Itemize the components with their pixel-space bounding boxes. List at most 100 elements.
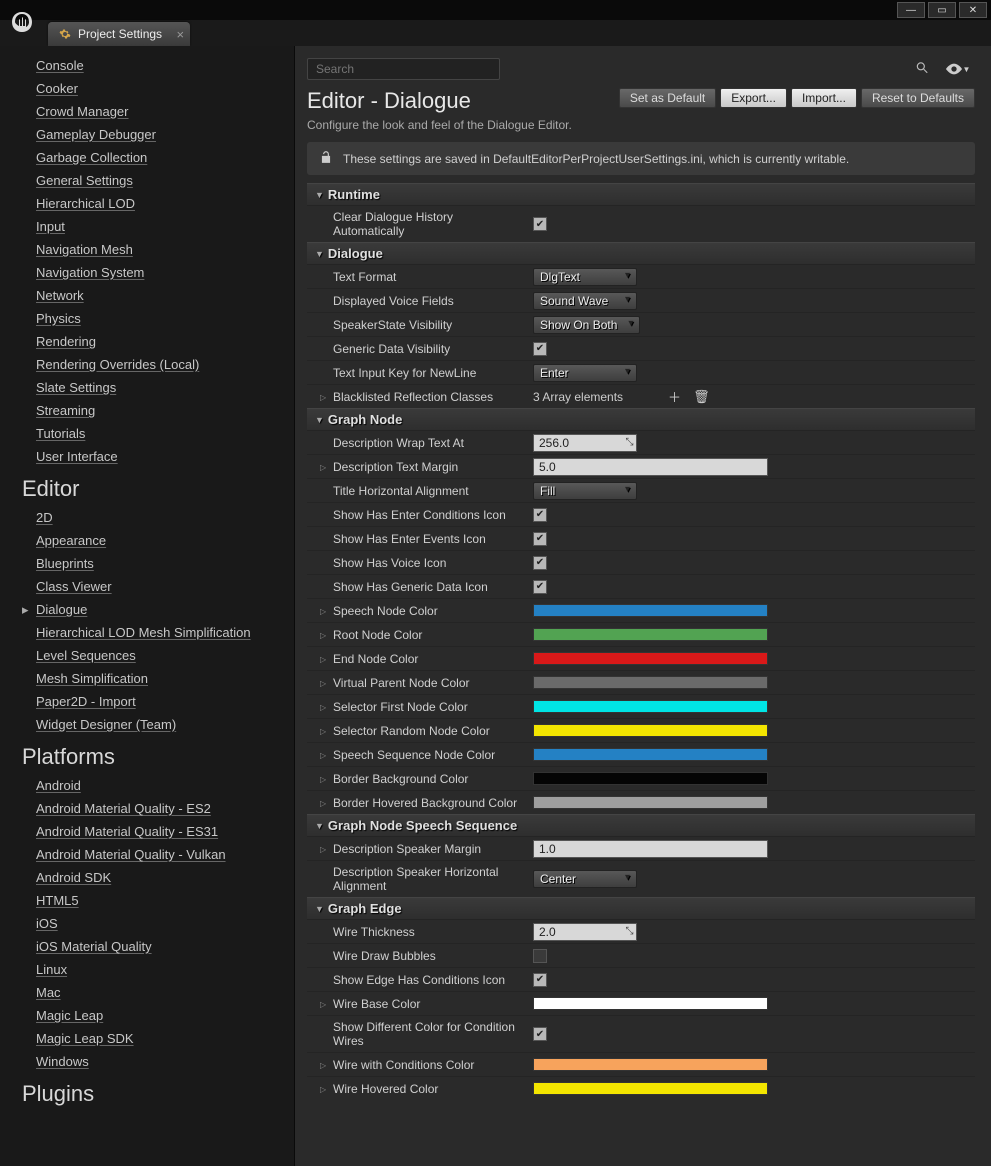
checkbox[interactable] <box>533 1027 547 1041</box>
checkbox[interactable] <box>533 949 547 963</box>
section-header[interactable]: ▼Runtime <box>307 183 975 205</box>
reset-defaults-button[interactable]: Reset to Defaults <box>861 88 975 108</box>
sidebar-item[interactable]: Console <box>0 54 294 77</box>
sidebar-item[interactable]: Crowd Manager <box>0 100 294 123</box>
sidebar-item[interactable]: Mac <box>0 981 294 1004</box>
color-swatch[interactable] <box>533 676 768 689</box>
tab-project-settings[interactable]: Project Settings × <box>48 22 190 46</box>
visibility-options-button[interactable]: ▼ <box>941 59 975 79</box>
sidebar-item[interactable]: Blueprints <box>0 552 294 575</box>
text-input[interactable] <box>533 840 768 858</box>
search-icon[interactable] <box>915 61 929 78</box>
color-swatch[interactable] <box>533 997 768 1010</box>
section-header[interactable]: ▼Dialogue <box>307 242 975 264</box>
color-swatch[interactable] <box>533 1058 768 1071</box>
property-label[interactable]: Speech Sequence Node Color <box>307 744 527 766</box>
sidebar-item[interactable]: Network <box>0 284 294 307</box>
sidebar-item[interactable]: Navigation Mesh <box>0 238 294 261</box>
checkbox[interactable] <box>533 342 547 356</box>
sidebar-item[interactable]: Streaming <box>0 399 294 422</box>
sidebar-item[interactable]: Magic Leap <box>0 1004 294 1027</box>
property-label[interactable]: Wire with Conditions Color <box>307 1054 527 1076</box>
dropdown[interactable]: Enter <box>533 364 637 382</box>
property-label[interactable]: Speech Node Color <box>307 600 527 622</box>
dropdown[interactable]: Sound Wave <box>533 292 637 310</box>
property-label[interactable]: Selector First Node Color <box>307 696 527 718</box>
property-label[interactable]: Blacklisted Reflection Classes <box>307 386 527 408</box>
numeric-input[interactable] <box>533 434 637 452</box>
color-swatch[interactable] <box>533 796 768 809</box>
property-label[interactable]: Description Speaker Margin <box>307 838 527 860</box>
sidebar-item[interactable]: Android <box>0 774 294 797</box>
property-label[interactable]: Description Text Margin <box>307 456 527 478</box>
section-header[interactable]: ▼Graph Node <box>307 408 975 430</box>
color-swatch[interactable] <box>533 772 768 785</box>
settings-content[interactable]: ▼ Editor - Dialogue Set as Default Expor… <box>295 46 991 1166</box>
sidebar-item[interactable]: Magic Leap SDK <box>0 1027 294 1050</box>
sidebar-item[interactable]: 2D <box>0 506 294 529</box>
color-swatch[interactable] <box>533 700 768 713</box>
set-default-button[interactable]: Set as Default <box>619 88 716 108</box>
sidebar-item[interactable]: Rendering Overrides (Local) <box>0 353 294 376</box>
color-swatch[interactable] <box>533 604 768 617</box>
sidebar-item[interactable]: Gameplay Debugger <box>0 123 294 146</box>
sidebar-item[interactable]: General Settings <box>0 169 294 192</box>
close-window-button[interactable]: ✕ <box>959 2 987 18</box>
dropdown[interactable]: DlgText <box>533 268 637 286</box>
color-swatch[interactable] <box>533 652 768 665</box>
sidebar-item[interactable]: Appearance <box>0 529 294 552</box>
sidebar-item[interactable]: Slate Settings <box>0 376 294 399</box>
property-label[interactable]: Border Hovered Background Color <box>307 792 527 814</box>
sidebar-item[interactable]: Android Material Quality - Vulkan <box>0 843 294 866</box>
text-input[interactable] <box>533 458 768 476</box>
delete-element-icon[interactable]: 🗑 <box>690 389 713 405</box>
checkbox[interactable] <box>533 532 547 546</box>
sidebar-item[interactable]: Cooker <box>0 77 294 100</box>
section-header[interactable]: ▼Graph Edge <box>307 897 975 919</box>
settings-sidebar[interactable]: ConsoleCookerCrowd ManagerGameplay Debug… <box>0 46 295 1166</box>
checkbox[interactable] <box>533 973 547 987</box>
sidebar-item[interactable]: Mesh Simplification <box>0 667 294 690</box>
sidebar-item[interactable]: Physics <box>0 307 294 330</box>
sidebar-item[interactable]: Dialogue <box>0 598 294 621</box>
property-label[interactable]: Root Node Color <box>307 624 527 646</box>
maximize-button[interactable]: ▭ <box>928 2 956 18</box>
sidebar-item[interactable]: Hierarchical LOD Mesh Simplification <box>0 621 294 644</box>
checkbox[interactable] <box>533 580 547 594</box>
sidebar-item[interactable]: Tutorials <box>0 422 294 445</box>
dropdown[interactable]: Fill <box>533 482 637 500</box>
color-swatch[interactable] <box>533 724 768 737</box>
dropdown[interactable]: Center <box>533 870 637 888</box>
color-swatch[interactable] <box>533 1082 768 1095</box>
checkbox[interactable] <box>533 556 547 570</box>
sidebar-item[interactable]: Input <box>0 215 294 238</box>
numeric-input[interactable] <box>533 923 637 941</box>
property-label[interactable]: Wire Hovered Color <box>307 1078 527 1100</box>
checkbox[interactable] <box>533 217 547 231</box>
checkbox[interactable] <box>533 508 547 522</box>
minimize-button[interactable]: — <box>897 2 925 18</box>
add-element-icon[interactable]: ＋ <box>665 387 684 406</box>
sidebar-item[interactable]: Navigation System <box>0 261 294 284</box>
sidebar-item[interactable]: Paper2D - Import <box>0 690 294 713</box>
sidebar-item[interactable]: User Interface <box>0 445 294 468</box>
sidebar-item[interactable]: Level Sequences <box>0 644 294 667</box>
color-swatch[interactable] <box>533 628 768 641</box>
sidebar-item[interactable]: HTML5 <box>0 889 294 912</box>
sidebar-item[interactable]: iOS Material Quality <box>0 935 294 958</box>
sidebar-item[interactable]: Linux <box>0 958 294 981</box>
sidebar-item[interactable]: Android Material Quality - ES31 <box>0 820 294 843</box>
sidebar-item[interactable]: Hierarchical LOD <box>0 192 294 215</box>
sidebar-item[interactable]: Widget Designer (Team) <box>0 713 294 736</box>
property-label[interactable]: Wire Base Color <box>307 993 527 1015</box>
sidebar-item[interactable]: Android Material Quality - ES2 <box>0 797 294 820</box>
sidebar-item[interactable]: iOS <box>0 912 294 935</box>
property-label[interactable]: Border Background Color <box>307 768 527 790</box>
color-swatch[interactable] <box>533 748 768 761</box>
property-label[interactable]: Virtual Parent Node Color <box>307 672 527 694</box>
sidebar-item[interactable]: Garbage Collection <box>0 146 294 169</box>
sidebar-item[interactable]: Rendering <box>0 330 294 353</box>
import-button[interactable]: Import... <box>791 88 857 108</box>
dropdown[interactable]: Show On Both <box>533 316 640 334</box>
property-label[interactable]: Selector Random Node Color <box>307 720 527 742</box>
